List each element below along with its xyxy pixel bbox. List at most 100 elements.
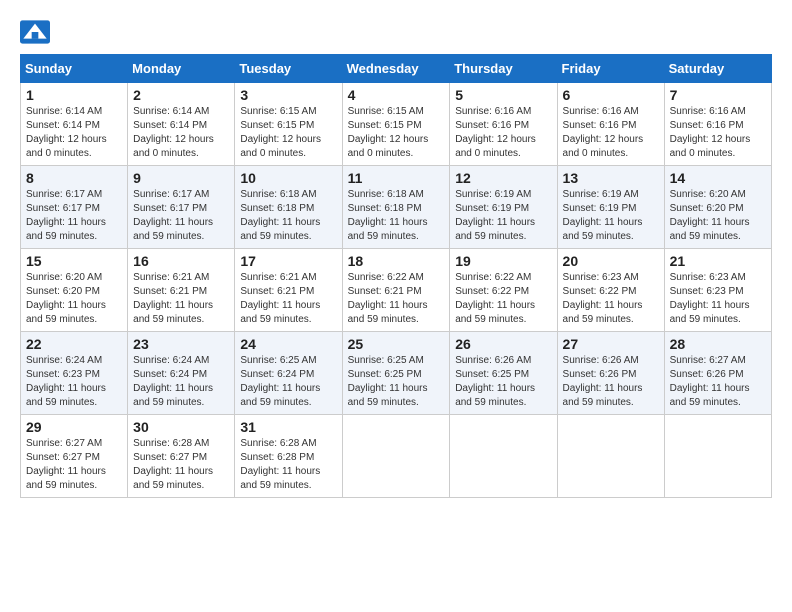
day-number: 13 xyxy=(563,170,659,186)
sunrise-label: Sunrise: 6:21 AM xyxy=(240,272,316,283)
calendar-cell: 11 Sunrise: 6:18 AM Sunset: 6:18 PM Dayl… xyxy=(342,166,450,249)
sunset-label: Sunset: 6:20 PM xyxy=(26,286,100,297)
sunrise-label: Sunrise: 6:27 AM xyxy=(670,355,746,366)
day-info: Sunrise: 6:19 AM Sunset: 6:19 PM Dayligh… xyxy=(455,188,551,244)
sunset-label: Sunset: 6:15 PM xyxy=(240,120,314,131)
daylight-label: Daylight: 11 hours and 59 minutes. xyxy=(240,383,320,408)
sunrise-label: Sunrise: 6:28 AM xyxy=(133,438,209,449)
sunset-label: Sunset: 6:16 PM xyxy=(563,120,637,131)
day-info: Sunrise: 6:18 AM Sunset: 6:18 PM Dayligh… xyxy=(348,188,445,244)
day-number: 15 xyxy=(26,253,122,269)
sunset-label: Sunset: 6:27 PM xyxy=(26,452,100,463)
day-number: 29 xyxy=(26,419,122,435)
day-number: 11 xyxy=(348,170,445,186)
day-info: Sunrise: 6:14 AM Sunset: 6:14 PM Dayligh… xyxy=(133,105,229,161)
logo-icon xyxy=(20,20,50,44)
calendar-cell: 5 Sunrise: 6:16 AM Sunset: 6:16 PM Dayli… xyxy=(450,83,557,166)
day-info: Sunrise: 6:25 AM Sunset: 6:24 PM Dayligh… xyxy=(240,354,336,410)
day-number: 31 xyxy=(240,419,336,435)
sunset-label: Sunset: 6:28 PM xyxy=(240,452,314,463)
day-number: 4 xyxy=(348,87,445,103)
day-info: Sunrise: 6:27 AM Sunset: 6:27 PM Dayligh… xyxy=(26,437,122,493)
calendar-cell: 12 Sunrise: 6:19 AM Sunset: 6:19 PM Dayl… xyxy=(450,166,557,249)
daylight-label: Daylight: 11 hours and 59 minutes. xyxy=(133,217,213,242)
calendar-cell: 3 Sunrise: 6:15 AM Sunset: 6:15 PM Dayli… xyxy=(235,83,342,166)
day-info: Sunrise: 6:19 AM Sunset: 6:19 PM Dayligh… xyxy=(563,188,659,244)
day-info: Sunrise: 6:16 AM Sunset: 6:16 PM Dayligh… xyxy=(455,105,551,161)
day-info: Sunrise: 6:17 AM Sunset: 6:17 PM Dayligh… xyxy=(26,188,122,244)
calendar-cell: 6 Sunrise: 6:16 AM Sunset: 6:16 PM Dayli… xyxy=(557,83,664,166)
daylight-label: Daylight: 12 hours and 0 minutes. xyxy=(348,134,429,159)
day-number: 9 xyxy=(133,170,229,186)
calendar-cell: 1 Sunrise: 6:14 AM Sunset: 6:14 PM Dayli… xyxy=(21,83,128,166)
sunrise-label: Sunrise: 6:19 AM xyxy=(455,189,531,200)
sunrise-label: Sunrise: 6:28 AM xyxy=(240,438,316,449)
calendar-week-row: 1 Sunrise: 6:14 AM Sunset: 6:14 PM Dayli… xyxy=(21,83,772,166)
calendar-cell: 20 Sunrise: 6:23 AM Sunset: 6:22 PM Dayl… xyxy=(557,249,664,332)
calendar-week-row: 22 Sunrise: 6:24 AM Sunset: 6:23 PM Dayl… xyxy=(21,332,772,415)
sunset-label: Sunset: 6:24 PM xyxy=(133,369,207,380)
calendar-cell: 14 Sunrise: 6:20 AM Sunset: 6:20 PM Dayl… xyxy=(664,166,771,249)
weekday-header-wednesday: Wednesday xyxy=(342,55,450,83)
calendar-cell: 17 Sunrise: 6:21 AM Sunset: 6:21 PM Dayl… xyxy=(235,249,342,332)
daylight-label: Daylight: 11 hours and 59 minutes. xyxy=(348,383,428,408)
day-info: Sunrise: 6:17 AM Sunset: 6:17 PM Dayligh… xyxy=(133,188,229,244)
sunrise-label: Sunrise: 6:22 AM xyxy=(455,272,531,283)
sunset-label: Sunset: 6:18 PM xyxy=(348,203,422,214)
calendar-cell: 30 Sunrise: 6:28 AM Sunset: 6:27 PM Dayl… xyxy=(128,415,235,498)
calendar-cell: 18 Sunrise: 6:22 AM Sunset: 6:21 PM Dayl… xyxy=(342,249,450,332)
sunset-label: Sunset: 6:19 PM xyxy=(455,203,529,214)
sunset-label: Sunset: 6:23 PM xyxy=(26,369,100,380)
day-number: 25 xyxy=(348,336,445,352)
day-info: Sunrise: 6:24 AM Sunset: 6:23 PM Dayligh… xyxy=(26,354,122,410)
day-number: 24 xyxy=(240,336,336,352)
calendar-cell: 29 Sunrise: 6:27 AM Sunset: 6:27 PM Dayl… xyxy=(21,415,128,498)
sunset-label: Sunset: 6:25 PM xyxy=(348,369,422,380)
sunset-label: Sunset: 6:16 PM xyxy=(670,120,744,131)
day-info: Sunrise: 6:22 AM Sunset: 6:21 PM Dayligh… xyxy=(348,271,445,327)
weekday-header-friday: Friday xyxy=(557,55,664,83)
day-info: Sunrise: 6:20 AM Sunset: 6:20 PM Dayligh… xyxy=(26,271,122,327)
daylight-label: Daylight: 12 hours and 0 minutes. xyxy=(563,134,644,159)
daylight-label: Daylight: 12 hours and 0 minutes. xyxy=(670,134,751,159)
sunset-label: Sunset: 6:21 PM xyxy=(133,286,207,297)
calendar-cell xyxy=(342,415,450,498)
sunset-label: Sunset: 6:26 PM xyxy=(670,369,744,380)
day-info: Sunrise: 6:28 AM Sunset: 6:27 PM Dayligh… xyxy=(133,437,229,493)
sunset-label: Sunset: 6:19 PM xyxy=(563,203,637,214)
calendar-cell: 16 Sunrise: 6:21 AM Sunset: 6:21 PM Dayl… xyxy=(128,249,235,332)
day-number: 26 xyxy=(455,336,551,352)
sunrise-label: Sunrise: 6:27 AM xyxy=(26,438,102,449)
daylight-label: Daylight: 11 hours and 59 minutes. xyxy=(26,300,106,325)
day-number: 8 xyxy=(26,170,122,186)
day-info: Sunrise: 6:20 AM Sunset: 6:20 PM Dayligh… xyxy=(670,188,766,244)
daylight-label: Daylight: 11 hours and 59 minutes. xyxy=(455,217,535,242)
day-info: Sunrise: 6:23 AM Sunset: 6:23 PM Dayligh… xyxy=(670,271,766,327)
day-number: 21 xyxy=(670,253,766,269)
day-info: Sunrise: 6:14 AM Sunset: 6:14 PM Dayligh… xyxy=(26,105,122,161)
sunrise-label: Sunrise: 6:25 AM xyxy=(348,355,424,366)
daylight-label: Daylight: 11 hours and 59 minutes. xyxy=(26,383,106,408)
day-number: 17 xyxy=(240,253,336,269)
sunrise-label: Sunrise: 6:24 AM xyxy=(26,355,102,366)
sunset-label: Sunset: 6:14 PM xyxy=(133,120,207,131)
sunset-label: Sunset: 6:15 PM xyxy=(348,120,422,131)
sunrise-label: Sunrise: 6:20 AM xyxy=(26,272,102,283)
day-number: 30 xyxy=(133,419,229,435)
weekday-header-thursday: Thursday xyxy=(450,55,557,83)
daylight-label: Daylight: 11 hours and 59 minutes. xyxy=(348,300,428,325)
day-info: Sunrise: 6:25 AM Sunset: 6:25 PM Dayligh… xyxy=(348,354,445,410)
sunrise-label: Sunrise: 6:24 AM xyxy=(133,355,209,366)
sunset-label: Sunset: 6:18 PM xyxy=(240,203,314,214)
sunset-label: Sunset: 6:14 PM xyxy=(26,120,100,131)
sunrise-label: Sunrise: 6:16 AM xyxy=(563,106,639,117)
day-number: 16 xyxy=(133,253,229,269)
daylight-label: Daylight: 11 hours and 59 minutes. xyxy=(455,300,535,325)
calendar-week-row: 8 Sunrise: 6:17 AM Sunset: 6:17 PM Dayli… xyxy=(21,166,772,249)
day-number: 10 xyxy=(240,170,336,186)
day-number: 7 xyxy=(670,87,766,103)
sunset-label: Sunset: 6:23 PM xyxy=(670,286,744,297)
day-number: 20 xyxy=(563,253,659,269)
calendar-cell: 4 Sunrise: 6:15 AM Sunset: 6:15 PM Dayli… xyxy=(342,83,450,166)
sunrise-label: Sunrise: 6:21 AM xyxy=(133,272,209,283)
